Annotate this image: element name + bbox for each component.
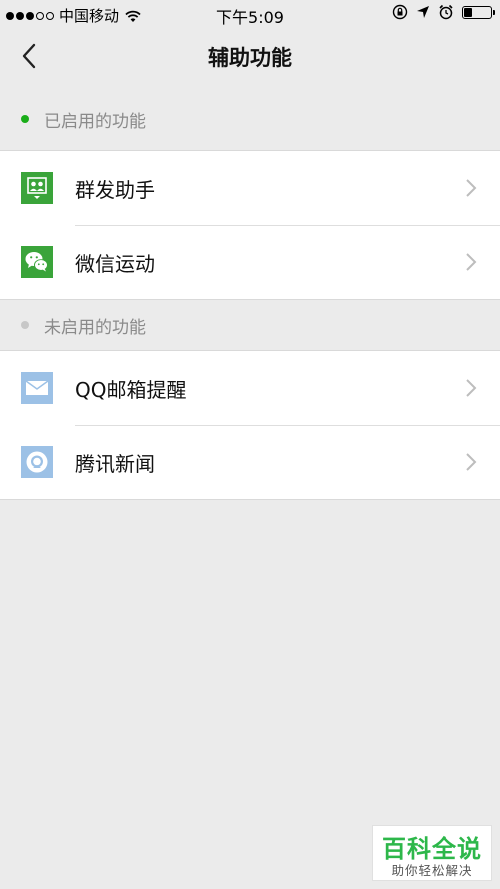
enabled-features-list: 群发助手 微信运动 <box>0 150 500 300</box>
alarm-icon <box>439 4 453 20</box>
section-header-disabled: 未启用的功能 <box>0 300 500 350</box>
news-icon <box>21 446 53 478</box>
navigation-bar: 辅助功能 <box>0 28 500 84</box>
list-item-qq-mail[interactable]: QQ邮箱提醒 <box>0 351 500 425</box>
chevron-left-icon <box>22 43 36 69</box>
chevron-right-icon <box>466 379 477 397</box>
watermark-subtitle: 助你轻松解决 <box>391 863 473 878</box>
rotation-lock-icon <box>392 4 408 20</box>
mail-icon <box>21 372 53 404</box>
list-item-mass-message[interactable]: 群发助手 <box>0 151 500 225</box>
battery-icon <box>462 5 495 19</box>
disabled-status-dot <box>21 321 29 329</box>
back-button[interactable] <box>14 40 46 72</box>
section-title-enabled: 已启用的功能 <box>44 111 146 132</box>
list-item-label: 腾讯新闻 <box>75 451 155 476</box>
list-item-tencent-news[interactable]: 腾讯新闻 <box>0 425 500 499</box>
chevron-right-icon <box>466 453 477 471</box>
mass-message-icon <box>21 172 53 204</box>
page-title: 辅助功能 <box>208 46 292 70</box>
wechat-icon <box>21 246 53 278</box>
list-item-wechat-sport[interactable]: 微信运动 <box>0 225 500 299</box>
section-header-enabled: 已启用的功能 <box>0 94 500 144</box>
chevron-right-icon <box>466 253 477 271</box>
status-right <box>392 4 495 20</box>
watermark-title: 百科全说 <box>382 835 482 863</box>
list-item-label: QQ邮箱提醒 <box>75 377 187 402</box>
disabled-features-list: QQ邮箱提醒 腾讯新闻 <box>0 350 500 500</box>
watermark-logo: 百科全说 助你轻松解决 <box>372 825 492 881</box>
section-title-disabled: 未启用的功能 <box>44 317 146 338</box>
enabled-status-dot <box>21 115 29 123</box>
chevron-right-icon <box>466 179 477 197</box>
location-icon <box>417 6 429 18</box>
list-item-label: 微信运动 <box>75 251 155 276</box>
status-bar: 中国移动 下午5:09 <box>0 0 500 28</box>
list-item-label: 群发助手 <box>75 177 155 202</box>
